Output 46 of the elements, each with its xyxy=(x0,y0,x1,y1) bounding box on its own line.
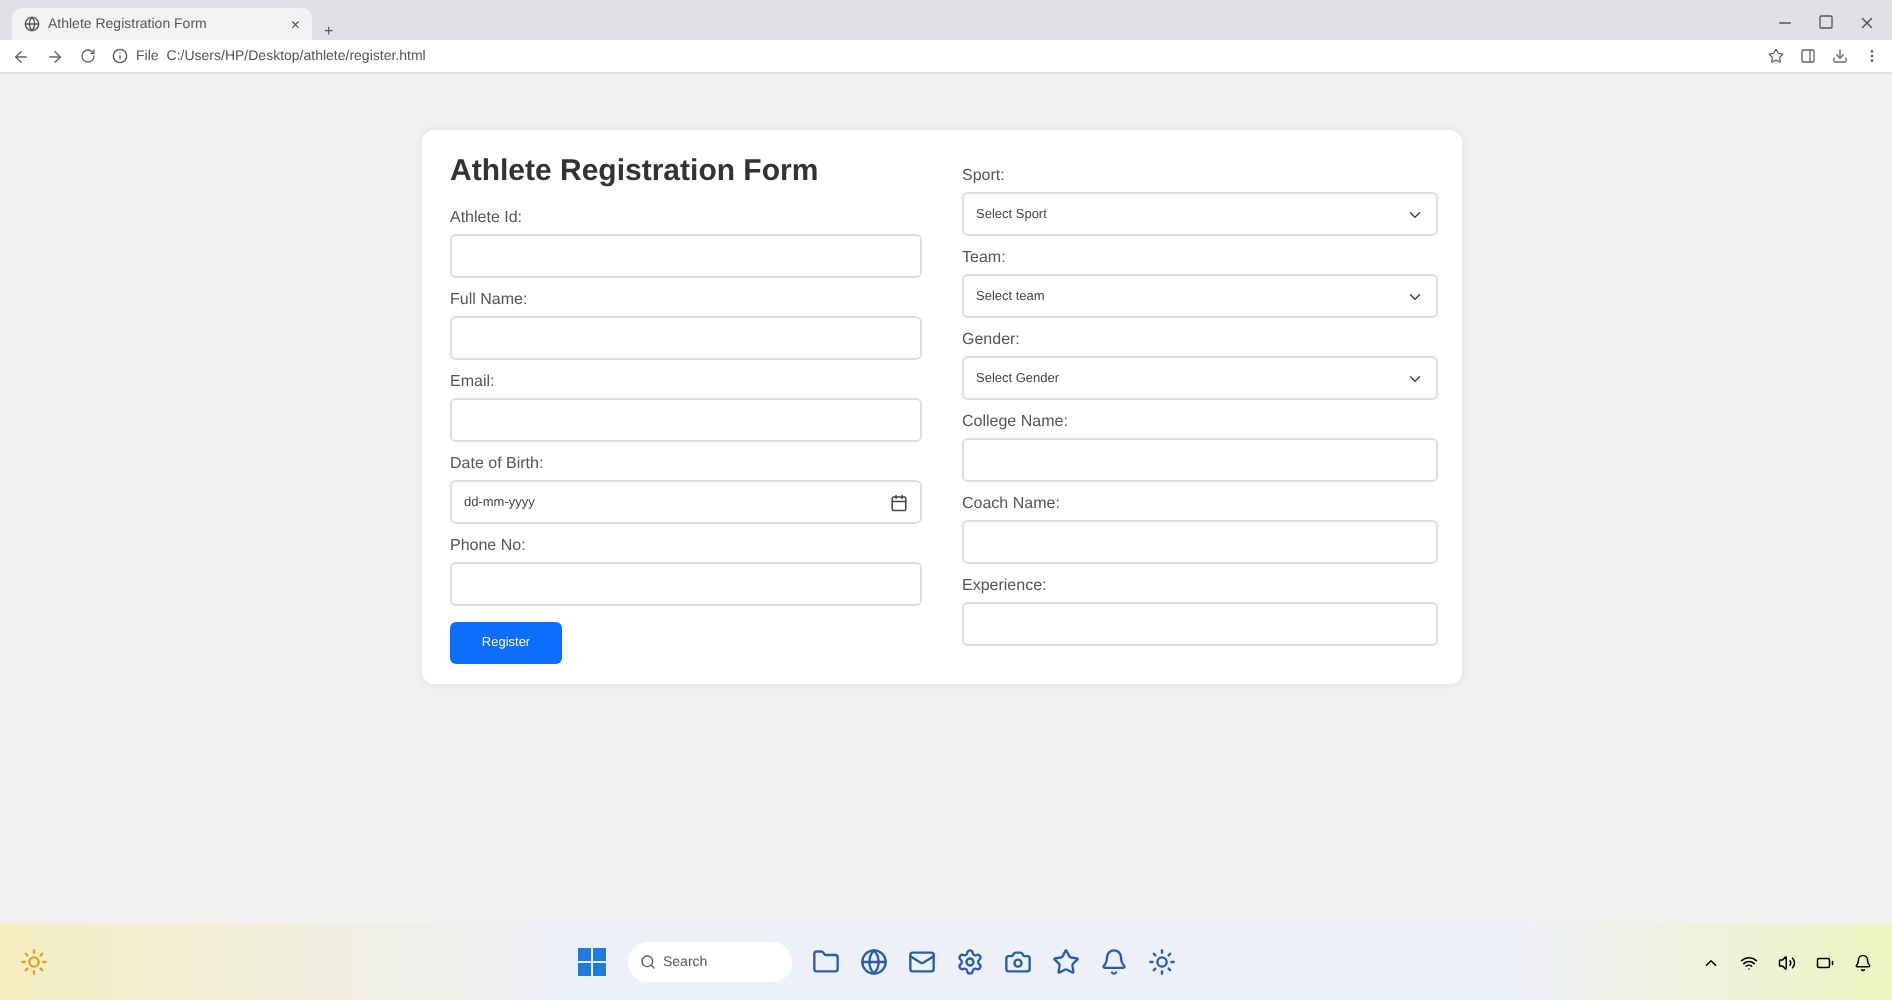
taskbar-app-icon[interactable] xyxy=(955,948,983,976)
wifi-icon[interactable] xyxy=(1740,953,1758,971)
text-field[interactable] xyxy=(450,562,922,606)
field-label: Coach Name: xyxy=(962,494,1062,512)
taskbar-app-icon[interactable] xyxy=(811,948,839,976)
volume-icon[interactable] xyxy=(1778,953,1796,971)
field-label: Experience: xyxy=(962,576,1049,594)
field-label: Full Name: xyxy=(450,290,530,308)
taskbar-app-icon[interactable] xyxy=(859,948,887,976)
forward-icon[interactable] xyxy=(46,47,64,65)
field-label: Date of Birth: xyxy=(450,454,546,472)
calendar-icon[interactable] xyxy=(890,493,908,511)
back-icon[interactable] xyxy=(12,47,30,65)
search-icon xyxy=(639,954,655,970)
close-icon[interactable] xyxy=(1858,14,1876,32)
taskbar-app-icon[interactable] xyxy=(1051,948,1079,976)
field-label: Sport: xyxy=(962,166,1007,184)
taskbar-app-icon[interactable] xyxy=(1003,948,1031,976)
reload-icon[interactable] xyxy=(80,48,96,64)
maximize-icon[interactable] xyxy=(1818,14,1834,30)
globe-icon xyxy=(24,16,40,32)
field-label: Phone No: xyxy=(450,536,528,554)
bell-icon[interactable] xyxy=(1854,953,1872,971)
field-label: Athlete Id: xyxy=(450,208,525,226)
taskbar-app-icon[interactable] xyxy=(907,948,935,976)
panel-icon[interactable] xyxy=(1800,48,1816,64)
new-tab-button[interactable]: + xyxy=(324,22,334,40)
text-field[interactable] xyxy=(450,398,922,442)
field-label: College Name: xyxy=(962,412,1070,430)
download-icon[interactable] xyxy=(1832,48,1848,64)
text-field[interactable] xyxy=(450,316,922,360)
taskbar-app-icon[interactable] xyxy=(1099,948,1127,976)
taskbar-app-icon[interactable] xyxy=(1147,948,1175,976)
form-title: Athlete Registration Form xyxy=(450,154,821,188)
battery-icon[interactable] xyxy=(1816,953,1834,971)
start-icon[interactable] xyxy=(575,946,607,978)
text-field[interactable] xyxy=(962,602,1438,646)
info-icon[interactable] xyxy=(112,48,128,64)
star-icon[interactable] xyxy=(1768,48,1784,64)
field-label: Email: xyxy=(450,372,497,390)
text-field[interactable] xyxy=(962,520,1438,564)
close-tab-button[interactable]: × xyxy=(290,15,300,33)
field-label: Team: xyxy=(962,248,1008,266)
text-field[interactable] xyxy=(450,234,922,278)
field-label: Gender: xyxy=(962,330,1022,348)
text-field[interactable] xyxy=(962,438,1438,482)
